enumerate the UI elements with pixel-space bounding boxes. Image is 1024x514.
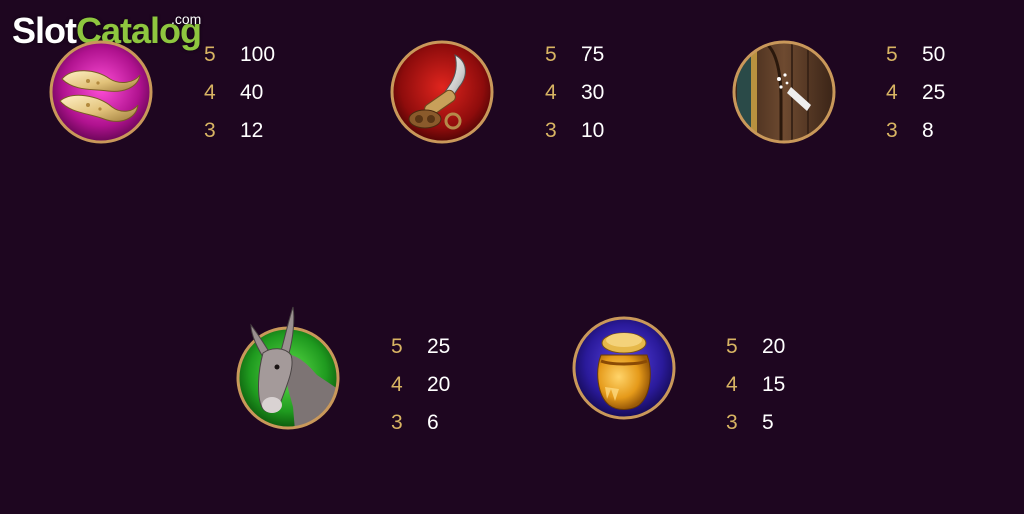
payout-value: 25 xyxy=(922,81,946,104)
match-count: 4 xyxy=(391,373,403,396)
match-count: 4 xyxy=(726,373,738,396)
match-count: 4 xyxy=(545,81,557,104)
match-count: 5 xyxy=(204,43,216,66)
match-count: 5 xyxy=(545,43,557,66)
match-count: 4 xyxy=(886,81,898,104)
payout-value: 12 xyxy=(240,119,264,142)
honey-pot-icon xyxy=(571,315,677,421)
payout-value: 40 xyxy=(240,81,264,104)
match-count: 3 xyxy=(726,411,738,434)
dagger-icon xyxy=(389,39,495,145)
payout-value: 8 xyxy=(922,119,934,142)
payout-value: 50 xyxy=(922,43,946,66)
payout-value: 25 xyxy=(427,335,451,358)
match-count: 4 xyxy=(204,81,216,104)
match-count: 3 xyxy=(391,411,403,434)
door-icon xyxy=(731,39,837,145)
payout-value: 30 xyxy=(581,81,605,104)
payout-value: 75 xyxy=(581,43,605,66)
payout-value: 20 xyxy=(427,373,451,396)
match-count: 3 xyxy=(886,119,898,142)
slippers-icon xyxy=(48,39,154,145)
match-count: 5 xyxy=(391,335,403,358)
payout-value: 10 xyxy=(581,119,605,142)
payout-value: 6 xyxy=(427,411,439,434)
payout-value: 5 xyxy=(762,411,774,434)
match-count: 5 xyxy=(886,43,898,66)
donkey-icon xyxy=(235,305,341,431)
watermark-text-com: .com xyxy=(171,11,202,27)
payout-value: 20 xyxy=(762,335,786,358)
payout-value: 15 xyxy=(762,373,786,396)
match-count: 3 xyxy=(545,119,557,142)
match-count: 3 xyxy=(204,119,216,142)
match-count: 5 xyxy=(726,335,738,358)
payout-value: 100 xyxy=(240,43,276,66)
